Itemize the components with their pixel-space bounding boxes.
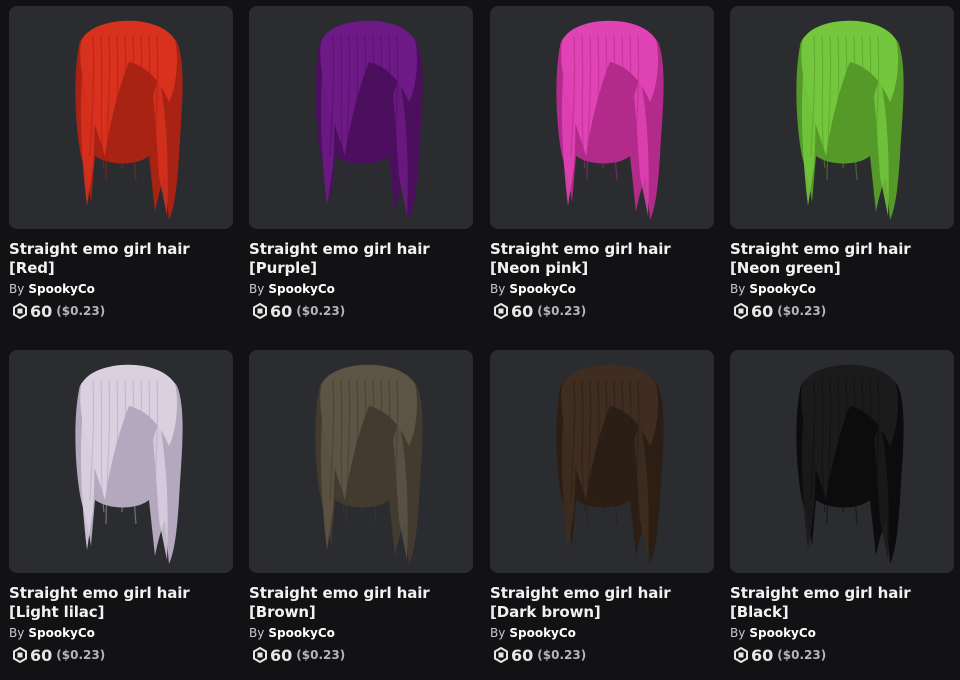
hair-image	[75, 20, 183, 220]
hair-image	[796, 20, 904, 220]
price-usd: ($0.23)	[56, 304, 106, 318]
robux-icon	[253, 303, 267, 319]
hair-image	[315, 20, 423, 220]
creator-link[interactable]: SpookyCo	[509, 626, 576, 640]
robux-icon	[494, 303, 508, 319]
by-label: By	[490, 282, 506, 296]
item-byline: By SpookyCo	[490, 282, 714, 297]
price-usd: ($0.23)	[296, 304, 346, 318]
price-usd: ($0.23)	[56, 648, 106, 662]
item-title[interactable]: Straight emo girl hair [Red]	[9, 240, 233, 278]
robux-icon	[13, 647, 27, 663]
item-card[interactable]: Straight emo girl hair [Brown] By SpookyC…	[249, 350, 473, 665]
price-amount: 60	[751, 645, 774, 665]
price-usd: ($0.23)	[777, 304, 827, 318]
hair-image	[796, 364, 904, 564]
creator-link[interactable]: SpookyCo	[749, 282, 816, 296]
robux-icon	[13, 303, 27, 319]
price-usd: ($0.23)	[537, 304, 587, 318]
item-thumbnail[interactable]	[249, 350, 473, 573]
price-amount: 60	[270, 645, 293, 665]
item-thumbnail[interactable]	[730, 6, 954, 229]
by-label: By	[249, 282, 265, 296]
creator-link[interactable]: SpookyCo	[28, 282, 95, 296]
item-byline: By SpookyCo	[730, 626, 954, 641]
price-amount: 60	[270, 301, 293, 321]
item-thumbnail[interactable]	[9, 350, 233, 573]
item-card[interactable]: Straight emo girl hair [Light lilac] By S…	[9, 350, 233, 665]
item-byline: By SpookyCo	[249, 626, 473, 641]
creator-link[interactable]: SpookyCo	[268, 626, 335, 640]
by-label: By	[730, 282, 746, 296]
item-byline: By SpookyCo	[9, 282, 233, 297]
creator-link[interactable]: SpookyCo	[509, 282, 576, 296]
hair-image	[556, 364, 664, 564]
item-price: 60 ($0.23)	[730, 645, 954, 665]
item-title[interactable]: Straight emo girl hair [Dark brown]	[490, 584, 714, 622]
robux-icon	[494, 647, 508, 663]
by-label: By	[249, 626, 265, 640]
robux-icon	[734, 303, 748, 319]
item-price: 60 ($0.23)	[249, 645, 473, 665]
item-card[interactable]: Straight emo girl hair [Dark brown] By Sp…	[490, 350, 714, 665]
creator-link[interactable]: SpookyCo	[28, 626, 95, 640]
hair-image	[556, 20, 664, 220]
item-price: 60 ($0.23)	[9, 301, 233, 321]
item-title[interactable]: Straight emo girl hair [Purple]	[249, 240, 473, 278]
item-title[interactable]: Straight emo girl hair [Black]	[730, 584, 954, 622]
item-thumbnail[interactable]	[490, 350, 714, 573]
by-label: By	[9, 626, 25, 640]
price-amount: 60	[511, 301, 534, 321]
item-byline: By SpookyCo	[490, 626, 714, 641]
price-usd: ($0.23)	[777, 648, 827, 662]
by-label: By	[490, 626, 506, 640]
by-label: By	[730, 626, 746, 640]
price-amount: 60	[751, 301, 774, 321]
price-amount: 60	[30, 301, 53, 321]
item-byline: By SpookyCo	[249, 282, 473, 297]
robux-icon	[253, 647, 267, 663]
item-thumbnail[interactable]	[490, 6, 714, 229]
price-amount: 60	[30, 645, 53, 665]
hair-image	[75, 364, 183, 564]
item-title[interactable]: Straight emo girl hair [Brown]	[249, 584, 473, 622]
hair-image	[315, 364, 423, 564]
item-title[interactable]: Straight emo girl hair [Neon pink]	[490, 240, 714, 278]
item-title[interactable]: Straight emo girl hair [Neon green]	[730, 240, 954, 278]
item-price: 60 ($0.23)	[730, 301, 954, 321]
item-price: 60 ($0.23)	[490, 645, 714, 665]
price-usd: ($0.23)	[296, 648, 346, 662]
item-card[interactable]: Straight emo girl hair [Black] By SpookyC…	[730, 350, 954, 665]
item-byline: By SpookyCo	[730, 282, 954, 297]
creator-link[interactable]: SpookyCo	[749, 626, 816, 640]
catalog-grid: Straight emo girl hair [Red] By SpookyCo …	[0, 0, 960, 680]
robux-icon	[734, 647, 748, 663]
item-card[interactable]: Straight emo girl hair [Red] By SpookyCo …	[9, 6, 233, 321]
price-usd: ($0.23)	[537, 648, 587, 662]
item-byline: By SpookyCo	[9, 626, 233, 641]
item-card[interactable]: Straight emo girl hair [Neon green] By Sp…	[730, 6, 954, 321]
item-title[interactable]: Straight emo girl hair [Light lilac]	[9, 584, 233, 622]
item-price: 60 ($0.23)	[249, 301, 473, 321]
item-thumbnail[interactable]	[249, 6, 473, 229]
item-price: 60 ($0.23)	[9, 645, 233, 665]
item-thumbnail[interactable]	[9, 6, 233, 229]
item-price: 60 ($0.23)	[490, 301, 714, 321]
price-amount: 60	[511, 645, 534, 665]
item-card[interactable]: Straight emo girl hair [Purple] By Spooky…	[249, 6, 473, 321]
by-label: By	[9, 282, 25, 296]
item-card[interactable]: Straight emo girl hair [Neon pink] By Spo…	[490, 6, 714, 321]
creator-link[interactable]: SpookyCo	[268, 282, 335, 296]
item-thumbnail[interactable]	[730, 350, 954, 573]
